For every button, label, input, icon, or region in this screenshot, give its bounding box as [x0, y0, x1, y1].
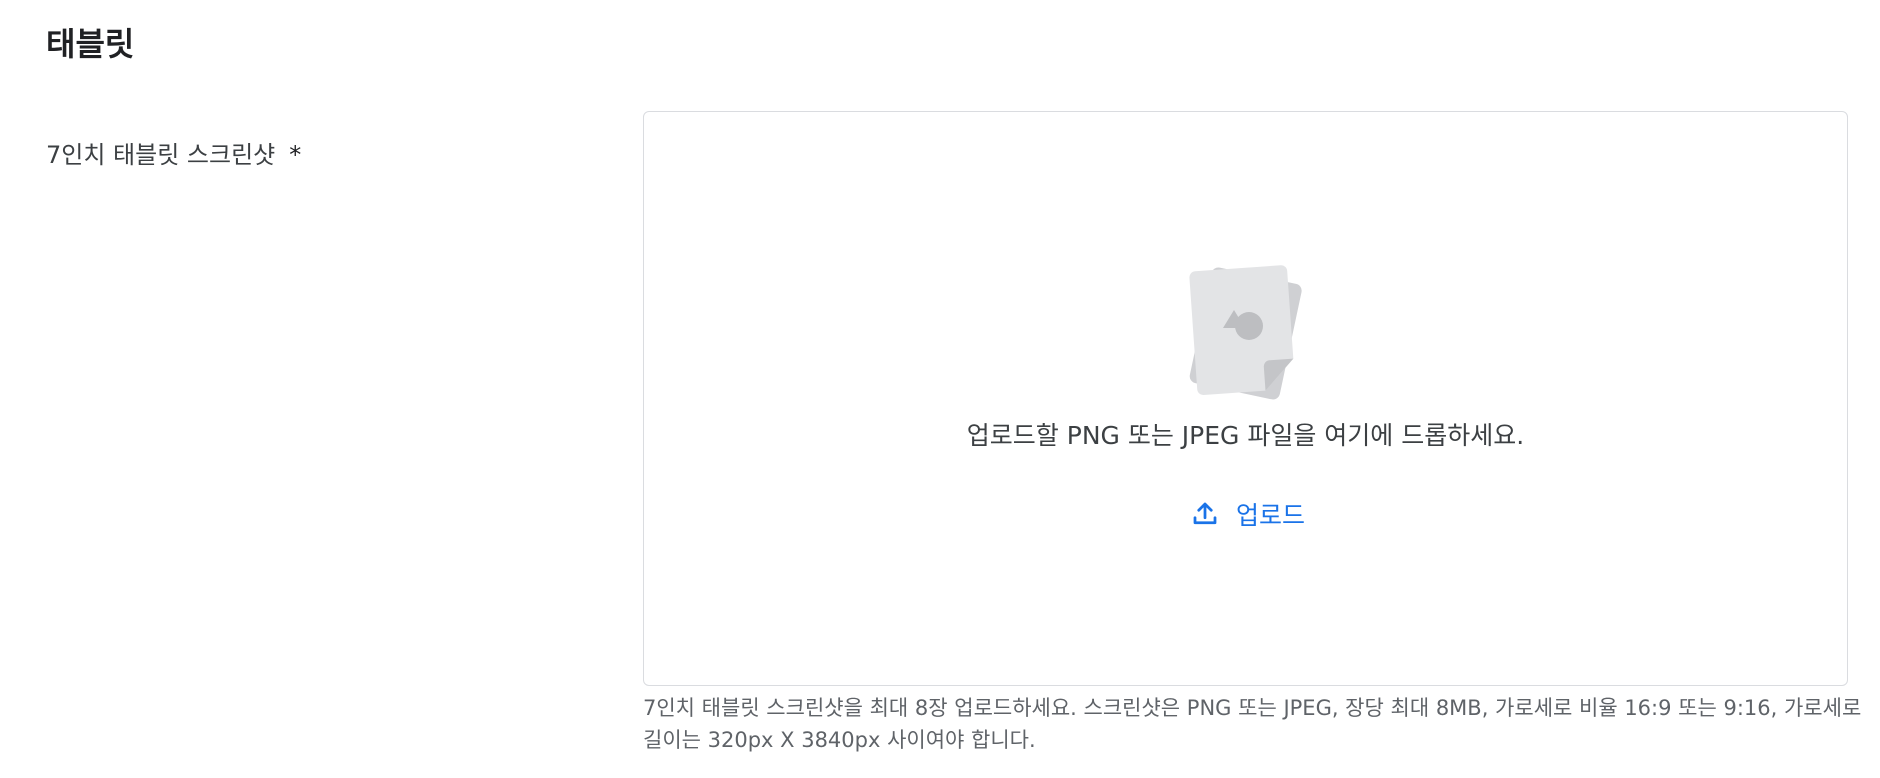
drop-instructions: 업로드할 PNG 또는 JPEG 파일을 여기에 드롭하세요.	[966, 421, 1525, 450]
helper-text: 7인치 태블릿 스크린샷을 최대 8장 업로드하세요. 스크린샷은 PNG 또는…	[643, 696, 1862, 752]
image-file-stack-icon	[1189, 265, 1302, 400]
field-label: 7인치 태블릿 스크린샷 *	[46, 138, 301, 172]
required-marker: *	[289, 141, 302, 169]
screenshot-dropzone[interactable]: 업로드할 PNG 또는 JPEG 파일을 여기에 드롭하세요. 업로드	[643, 111, 1848, 686]
field-label-text: 7인치 태블릿 스크린샷	[46, 141, 276, 169]
upload-button[interactable]: 업로드	[1182, 492, 1313, 536]
upload-icon	[1193, 502, 1217, 525]
upload-button-label: 업로드	[1236, 501, 1306, 530]
tablet-screenshots-page: 태블릿 7인치 태블릿 스크린샷 * 업로드할 PNG 또는 JPEG 파일을 여…	[0, 0, 1880, 778]
section-title: 태블릿	[46, 25, 135, 63]
